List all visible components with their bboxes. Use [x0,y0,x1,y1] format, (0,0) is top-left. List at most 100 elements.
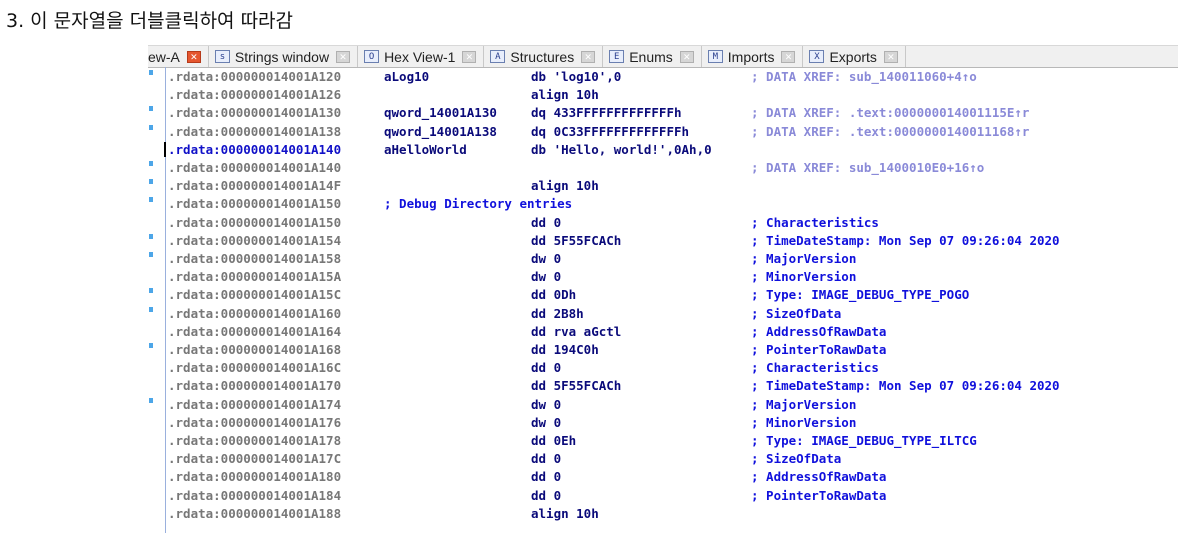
address: .rdata:000000014001A170 [168,378,342,394]
comment: ; SizeOfData [751,451,842,467]
comment: ; Type: IMAGE_DEBUG_TYPE_POGO [751,287,970,303]
address: .rdata:000000014001A140 [168,141,342,157]
address: .rdata:000000014001A174 [168,396,342,412]
instruction: align 10h [531,87,599,103]
tab-structures[interactable]: A Structures ✕ [484,46,604,67]
tab-strings-window[interactable]: s Strings window ✕ [209,46,359,67]
address: .rdata:000000014001A138 [168,123,342,139]
address: .rdata:000000014001A158 [168,251,342,266]
imports-icon: M [707,50,723,63]
tab-hex-view-1[interactable]: O Hex View-1 ✕ [358,46,485,67]
line-marker-icon [149,70,153,75]
listing-row[interactable]: .rdata:000000014001A176 dw 0 ; MinorVersio… [148,414,1178,432]
listing-row[interactable]: .rdata:000000014001A168 dd 194C0h ; Pointe… [148,341,1178,359]
xref-comment[interactable]: ; DATA XREF: .text:000000014001115E↑r [751,104,1029,122]
comment: ; PointerToRawData [751,487,887,503]
instruction: dd rva aGctl [531,323,622,339]
enums-icon: E [609,50,625,63]
close-icon[interactable]: ✕ [186,50,201,63]
line-marker-icon [149,306,153,312]
listing-row[interactable]: .rdata:000000014001A120 aLog10 db 'log10',… [148,68,1178,86]
tab-ew-a[interactable]: ew-A ✕ [148,46,209,67]
listing-row[interactable]: .rdata:000000014001A158 dw 0 ; MajorVersio… [148,250,1178,268]
symbol-label[interactable]: qword_14001A130 [384,104,497,122]
line-marker-icon [149,179,153,185]
close-icon[interactable]: ✕ [462,50,477,63]
address: .rdata:000000014001A168 [168,342,342,357]
address: .rdata:000000014001A160 [168,305,342,321]
address: .rdata:000000014001A184 [168,487,342,503]
instruction: dw 0 [531,414,562,430]
instruction: db 'log10',0 [531,69,622,84]
listing-row[interactable]: .rdata:000000014001A17C dd 0 ; SizeOfData [148,450,1178,468]
line-marker-icon [149,106,153,112]
xref-comment[interactable]: ; DATA XREF: .text:0000000140011168↑r [751,123,1029,141]
instruction: align 10h [531,178,599,194]
close-icon[interactable]: ✕ [581,50,596,63]
listing-row[interactable]: .rdata:000000014001A164 dd rva aGctl ; Add… [148,323,1178,341]
instruction: dw 0 [531,269,562,285]
disassembly-listing[interactable]: .rdata:000000014001A120 aLog10 db 'log10',… [148,67,1178,533]
tab-label: Exports [829,48,877,65]
listing-row[interactable]: .rdata:000000014001A150 ; Debug Directory… [148,195,1178,213]
address: .rdata:000000014001A150 [168,196,342,212]
text-cursor [164,141,166,157]
listing-row[interactable]: .rdata:000000014001A126 align 10h [148,86,1178,104]
comment: ; AddressOfRawData [751,469,887,485]
line-marker-icon [149,124,153,130]
address: .rdata:000000014001A126 [168,87,342,103]
address: .rdata:000000014001A178 [168,433,342,448]
listing-row[interactable]: .rdata:000000014001A15A dw 0 ; MinorVersio… [148,268,1178,286]
listing-row[interactable]: .rdata:000000014001A184 dd 0 ; PointerToRa… [148,487,1178,505]
close-icon[interactable]: ✕ [781,50,796,63]
listing-row[interactable]: .rdata:000000014001A180 dd 0 ; AddressOfRa… [148,468,1178,486]
symbol-label[interactable]: aHelloWorld [384,141,467,159]
listing-row[interactable]: .rdata:000000014001A170 dd 5F55FCACh ; Tim… [148,377,1178,395]
view-tab-bar: ew-A ✕ s Strings window ✕ O Hex View-1 ✕ A Struct… [148,45,1178,68]
close-icon[interactable]: ✕ [883,50,898,63]
symbol-label[interactable]: qword_14001A138 [384,123,497,141]
symbol-label[interactable]: aLog10 [384,68,429,86]
listing-row[interactable]: .rdata:000000014001A140 ; DATA XREF: sub_… [148,159,1178,177]
address: .rdata:000000014001A188 [168,505,342,521]
listing-row[interactable]: .rdata:000000014001A16C dd 0 ; Characteris… [148,359,1178,377]
address: .rdata:000000014001A180 [168,469,342,485]
address: .rdata:000000014001A130 [168,105,342,121]
listing-row[interactable]: .rdata:000000014001A178 dd 0Eh ; Type: IMA… [148,432,1178,450]
close-icon[interactable]: ✕ [336,50,351,63]
address: .rdata:000000014001A150 [168,214,342,230]
listing-row[interactable]: .rdata:000000014001A150 dd 0 ; Characteris… [148,214,1178,232]
listing-row[interactable]: .rdata:000000014001A188 align 10h [148,505,1178,523]
instruction: dd 0Eh [531,433,577,448]
exports-icon: X [809,50,825,63]
instruction: dd 5F55FCACh [531,378,622,394]
listing-row[interactable]: .rdata:000000014001A174 dw 0 ; MajorVersio… [148,396,1178,414]
comment: ; TimeDateStamp: Mon Sep 07 09:26:04 202… [751,232,1060,248]
line-marker-icon [149,252,153,257]
address: .rdata:000000014001A154 [168,232,342,248]
instruction: dd 194C0h [531,342,599,357]
listing-row[interactable]: .rdata:000000014001A140 aHelloWorld db 'He… [148,141,1178,159]
tab-exports[interactable]: X Exports ✕ [803,46,906,67]
comment: ; MinorVersion [751,414,857,430]
xref-comment[interactable]: ; DATA XREF: sub_140011060+4↑o [751,68,977,86]
instruction-caption: 3. 이 문자열을 더블클릭하여 따라감 [6,10,294,32]
listing-row[interactable]: .rdata:000000014001A154 dd 5F55FCACh ; Tim… [148,232,1178,250]
line-marker-icon [149,161,153,166]
xref-comment[interactable]: ; DATA XREF: sub_1400010E0+16↑o [751,159,984,177]
close-icon[interactable]: ✕ [679,50,694,63]
line-marker-icon [149,397,153,403]
listing-row[interactable]: .rdata:000000014001A138 qword_14001A138 dq… [148,123,1178,141]
instruction: dd 5F55FCACh [531,232,622,248]
listing-row[interactable]: .rdata:000000014001A130 qword_14001A130 dq… [148,104,1178,122]
instruction: dd 0 [531,487,562,503]
address: .rdata:000000014001A120 [168,69,342,84]
listing-row[interactable]: .rdata:000000014001A160 dd 2B8h ; SizeOfDa… [148,305,1178,323]
listing-row[interactable]: .rdata:000000014001A15C dd 0Dh ; Type: IMA… [148,286,1178,304]
listing-row[interactable]: .rdata:000000014001A14F align 10h [148,177,1178,195]
tab-imports[interactable]: M Imports ✕ [702,46,804,67]
instruction: dd 0 [531,469,562,485]
comment: ; PointerToRawData [751,342,887,357]
address: .rdata:000000014001A164 [168,323,342,339]
tab-enums[interactable]: E Enums ✕ [603,46,702,67]
